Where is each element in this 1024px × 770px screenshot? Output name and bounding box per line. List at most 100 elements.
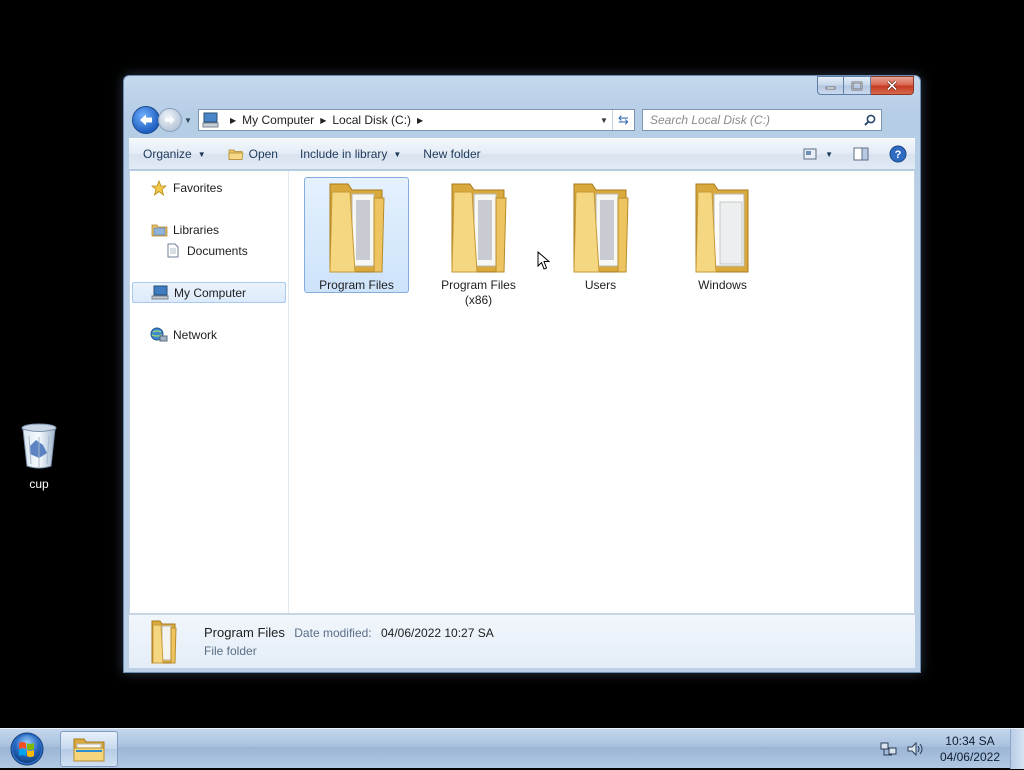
maximize-button[interactable] [844, 76, 871, 95]
refresh-icon: ⇆ [618, 112, 629, 127]
taskbar: 10:34 SA 04/06/2022 [0, 728, 1024, 769]
view-icon [803, 148, 817, 160]
minimize-icon [825, 86, 836, 89]
open-folder-icon [228, 149, 244, 160]
search-input[interactable]: Search Local Disk (C:) [650, 113, 859, 127]
folder-icon [694, 183, 748, 273]
nav-label: Documents [187, 243, 248, 258]
minimize-button[interactable] [817, 76, 844, 95]
maximize-icon [851, 81, 863, 90]
help-button[interactable]: ? [889, 145, 907, 163]
file-list: Program Files Program Files (x86) Users … [289, 171, 914, 613]
include-in-library-button[interactable]: Include in library ▼ [300, 147, 401, 161]
clock-time: 10:34 SA [945, 734, 995, 748]
organize-button[interactable]: Organize ▼ [143, 147, 206, 161]
command-bar: Organize ▼ Open Include in library ▼ New f… [129, 138, 915, 170]
address-bar[interactable]: ▶ My Computer ▶ Local Disk (C:) ▶ ▼ ⇆ [198, 109, 635, 131]
help-icon: ? [889, 145, 907, 163]
folder-label: Windows [698, 278, 747, 292]
windows-logo-icon [10, 732, 44, 766]
back-button[interactable] [132, 106, 160, 134]
arrow-left-icon [140, 114, 152, 126]
folder-item[interactable]: Users [548, 177, 653, 293]
nav-item-documents[interactable]: Documents [132, 240, 286, 261]
folder-item[interactable]: Program Files (x86) [426, 177, 531, 307]
document-icon [164, 243, 182, 259]
chevron-down-icon[interactable]: ▼ [825, 150, 833, 159]
show-desktop-button[interactable] [1010, 729, 1024, 769]
explorer-body: Favorites Libraries Documents My Compute… [129, 171, 915, 614]
nav-item-favorites[interactable]: Favorites [132, 177, 286, 198]
new-folder-label: New folder [423, 147, 481, 161]
chevron-down-icon: ▼ [393, 149, 402, 159]
details-text: Program Files Date modified: 04/06/2022 … [204, 624, 494, 660]
explorer-window: ▼ ▶ My Computer ▶ Local Disk (C:) ▶ ▼ ⇆ … [123, 75, 921, 673]
folder-icon [73, 738, 105, 762]
network-status-icon[interactable] [880, 741, 898, 757]
breadcrumb-local-disk[interactable]: Local Disk (C:) [332, 113, 411, 127]
open-button[interactable]: Open [228, 147, 278, 161]
chevron-right-icon: ▶ [230, 115, 237, 125]
folder-item[interactable]: Program Files [304, 177, 409, 293]
folder-label: Program Files (x86) [441, 278, 516, 307]
preview-pane-button[interactable] [853, 147, 869, 161]
caption-buttons [817, 76, 914, 95]
chevron-right-icon[interactable]: ▶ [320, 116, 326, 125]
arrow-right-icon [165, 115, 175, 125]
network-icon [150, 327, 168, 343]
folder-icon [450, 183, 507, 273]
system-tray: 10:34 SA 04/06/2022 [880, 729, 1024, 769]
change-view-button[interactable]: ▼ [803, 148, 833, 160]
desktop-icon-recycle-bin[interactable]: cup [10, 422, 68, 491]
clock-date: 04/06/2022 [939, 750, 1000, 764]
view-controls: ▼ ? [789, 145, 907, 163]
address-row: ▼ ▶ My Computer ▶ Local Disk (C:) ▶ ▼ ⇆ … [132, 106, 912, 134]
close-button[interactable] [871, 76, 914, 95]
include-in-library-label: Include in library [299, 147, 388, 161]
folder-label: Users [584, 278, 617, 292]
star-icon [150, 179, 168, 196]
nav-label: Favorites [173, 180, 223, 195]
nav-label: Libraries [173, 222, 220, 237]
open-label: Open [248, 147, 278, 161]
forward-button[interactable] [158, 108, 182, 132]
nav-item-libraries[interactable]: Libraries [132, 219, 286, 240]
organize-label: Organize [143, 147, 192, 161]
libraries-icon [150, 222, 168, 238]
volume-icon[interactable] [906, 741, 924, 757]
refresh-button[interactable]: ⇆ [612, 110, 634, 130]
computer-icon [202, 112, 219, 128]
details-type: File folder [204, 643, 257, 658]
search-box[interactable]: Search Local Disk (C:) [642, 109, 882, 131]
nav-item-network[interactable]: Network [132, 324, 286, 345]
nav-label: My Computer [174, 285, 247, 300]
folder-item[interactable]: Windows [670, 177, 775, 293]
svg-text:?: ? [895, 149, 902, 161]
details-date-label: Date modified: [294, 625, 372, 640]
folder-icon [572, 183, 629, 273]
details-name: Program Files [204, 624, 285, 640]
close-icon [886, 80, 898, 91]
chevron-down-icon: ▼ [197, 149, 206, 159]
recent-pages-dropdown[interactable]: ▼ [184, 116, 194, 125]
folder-label: Program Files [319, 278, 394, 292]
desktop-icon-label: cup [29, 477, 49, 491]
nav-label: Network [173, 327, 218, 342]
address-history-dropdown[interactable]: ▼ [596, 116, 612, 125]
details-pane: Program Files Date modified: 04/06/2022 … [129, 614, 915, 668]
folder-icon [151, 620, 177, 663]
navigation-pane: Favorites Libraries Documents My Compute… [130, 171, 289, 613]
details-date-value: 04/06/2022 10:27 SA [380, 625, 494, 640]
start-button[interactable] [6, 731, 48, 767]
breadcrumb-my-computer[interactable]: My Computer [242, 113, 314, 127]
taskbar-explorer-button[interactable] [60, 731, 118, 767]
folder-icon [328, 183, 385, 273]
chevron-right-icon[interactable]: ▶ [417, 116, 423, 125]
clock[interactable]: 10:34 SA 04/06/2022 [940, 733, 1000, 765]
computer-icon [151, 285, 169, 301]
search-icon[interactable] [859, 114, 881, 126]
mouse-cursor-icon [537, 251, 551, 270]
recycle-bin-icon [21, 423, 57, 469]
nav-item-my-computer[interactable]: My Computer [132, 282, 286, 303]
new-folder-button[interactable]: New folder [423, 147, 480, 161]
